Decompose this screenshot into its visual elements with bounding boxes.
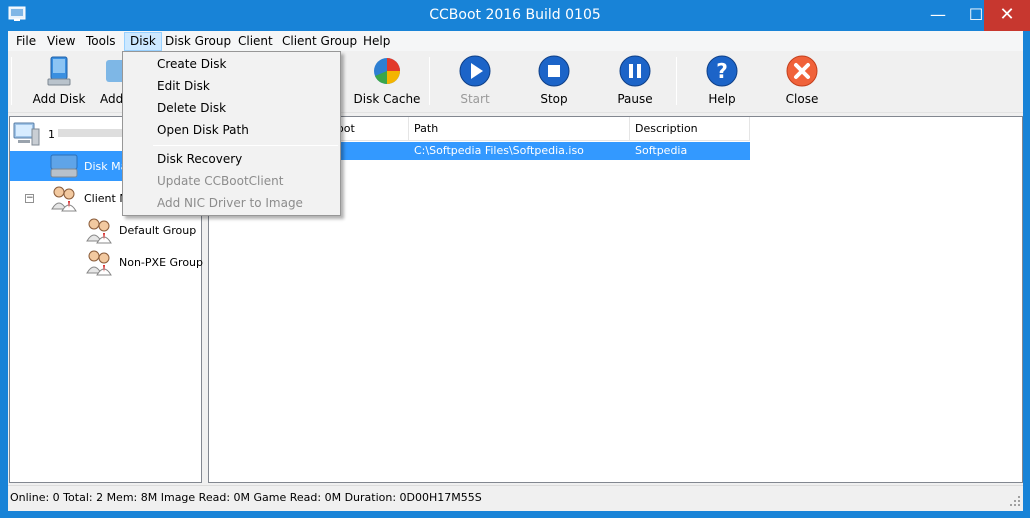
tree-item-label: Non-PXE Group xyxy=(119,256,204,269)
menu-item-add-nic-driver: Add NIC Driver to Image xyxy=(157,196,303,210)
disk-cache-button[interactable]: Disk Cache xyxy=(352,54,422,110)
close-button[interactable]: Close xyxy=(776,54,828,110)
group-icon xyxy=(86,250,112,276)
status-bar: Online: 0 Total: 2 Mem: 8M Image Read: 0… xyxy=(8,485,1023,509)
add-disk-label: Add Disk xyxy=(32,92,86,106)
tree-item-label: Default Group xyxy=(119,224,197,237)
pause-label: Pause xyxy=(617,92,653,106)
blurred-hostname xyxy=(58,129,124,137)
computer-icon xyxy=(13,122,40,146)
menu-bar: File View Tools Disk Disk Group Client C… xyxy=(8,31,1023,51)
minimize-button[interactable]: — xyxy=(922,0,954,31)
svg-text:?: ? xyxy=(716,59,728,83)
menu-item-create-disk[interactable]: Create Disk xyxy=(125,53,338,75)
toolbar-separator xyxy=(11,57,12,105)
app-window: CCBoot 2016 Build 0105 — ☐ ✕ File View T… xyxy=(0,0,1030,518)
menu-help[interactable]: Help xyxy=(358,32,395,51)
tree-item-non-pxe-group[interactable]: Non-PXE Group xyxy=(83,247,204,277)
group-icon xyxy=(86,218,112,244)
close-icon xyxy=(786,55,818,87)
column-header-path[interactable]: Path xyxy=(409,117,630,141)
play-icon xyxy=(459,55,491,87)
start-label: Start xyxy=(460,92,490,106)
menu-item-open-disk-path[interactable]: Open Disk Path xyxy=(125,119,338,141)
window-title: CCBoot 2016 Build 0105 xyxy=(429,7,601,23)
start-button[interactable]: Start xyxy=(449,54,501,110)
disk-cache-label: Disk Cache xyxy=(353,92,421,106)
collapse-toggle[interactable]: − xyxy=(25,194,34,203)
menu-tools[interactable]: Tools xyxy=(81,32,121,51)
menu-item-disk-recovery[interactable]: Disk Recovery xyxy=(125,148,338,170)
stop-icon xyxy=(538,55,570,87)
help-icon: ? xyxy=(706,55,738,87)
tree-root-label: 1 xyxy=(48,128,55,141)
menu-file[interactable]: File xyxy=(11,32,41,51)
stop-button[interactable]: Stop xyxy=(528,54,580,110)
pause-button[interactable]: Pause xyxy=(609,54,661,110)
column-header-description[interactable]: Description xyxy=(630,117,750,141)
disk-menu-dropdown: Create Disk Edit Disk Delete Disk Open D… xyxy=(122,51,341,216)
resize-grip-icon[interactable] xyxy=(1009,495,1021,507)
menu-disk[interactable]: Disk xyxy=(124,32,162,51)
row-description-cell: Softpedia xyxy=(635,144,688,157)
clients-icon xyxy=(51,186,77,212)
disk-icon xyxy=(50,154,78,178)
toolbar-separator xyxy=(676,57,677,105)
pause-icon xyxy=(619,55,651,87)
menu-client-group[interactable]: Client Group xyxy=(277,32,362,51)
disk-cache-icon xyxy=(374,58,400,84)
add-disk-button[interactable]: Add Disk xyxy=(30,54,88,110)
toolbar-separator xyxy=(429,57,430,105)
menu-item-edit-disk[interactable]: Edit Disk xyxy=(125,75,338,97)
close-label: Close xyxy=(785,92,819,106)
status-text: Online: 0 Total: 2 Mem: 8M Image Read: 0… xyxy=(10,491,482,504)
menu-item-delete-disk[interactable]: Delete Disk xyxy=(125,97,338,119)
menu-client[interactable]: Client xyxy=(233,32,278,51)
tree-item-label: Disk Ma xyxy=(84,160,128,173)
menu-separator xyxy=(153,145,338,146)
tree-item-default-group[interactable]: Default Group xyxy=(83,215,201,245)
title-bar[interactable]: CCBoot 2016 Build 0105 — ☐ ✕ xyxy=(0,0,1030,31)
add-disk-icon xyxy=(47,56,71,86)
menu-view[interactable]: View xyxy=(42,32,80,51)
help-label: Help xyxy=(708,92,736,106)
menu-item-update-ccbootclient: Update CCBootClient xyxy=(157,174,284,188)
window-close-button[interactable]: ✕ xyxy=(984,0,1030,31)
help-button[interactable]: ? Help xyxy=(696,54,748,110)
menu-disk-group[interactable]: Disk Group xyxy=(160,32,236,51)
row-path-cell: C:\Softpedia Files\Softpedia.iso xyxy=(414,144,584,157)
stop-label: Stop xyxy=(540,92,568,106)
